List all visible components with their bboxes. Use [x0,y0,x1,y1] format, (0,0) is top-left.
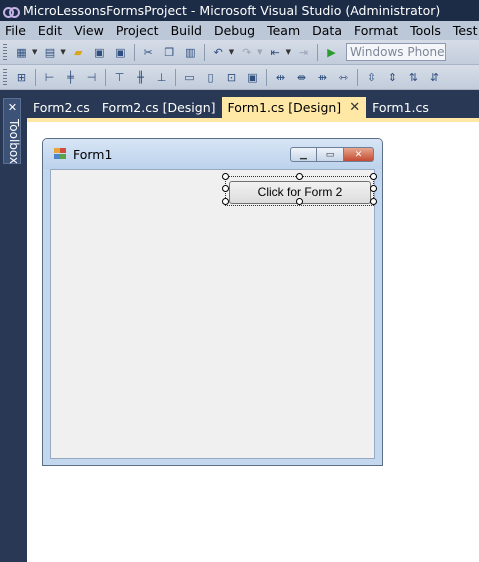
navigate-forward-icon[interactable]: ⇥ [295,44,312,61]
close-icon[interactable]: ✕ [344,147,374,162]
cut-icon[interactable]: ✂ [140,44,157,61]
toolbar-grip[interactable] [3,68,7,86]
toolbox-tab[interactable]: ✕ Toolbox [3,98,21,164]
tab-label: Form2.cs [Design] [101,100,216,115]
tab-label: Form2.cs [33,100,90,115]
make-same-width-icon[interactable]: ▭ [181,69,198,86]
align-centers-icon[interactable]: ╪ [62,69,79,86]
form-title: Form1 [73,147,113,162]
menu-tools[interactable]: Tools [404,23,447,38]
layout-toolbar: ⊞ ⊢ ╪ ⊣ ⊤ ╫ ⊥ ▭ ▯ ⊡ ▣ ⇹ ⇼ ⇻ ⇿ ⇳ ⇕ ⇅ ⇵ [0,65,479,90]
horizontal-spacing-decrease-icon[interactable]: ⇻ [314,69,331,86]
resize-handle-top-middle[interactable] [296,173,303,180]
form1-window[interactable]: Form1 ▁ ▭ ✕ Click for Form 2 [42,138,383,466]
maximize-icon[interactable]: ▭ [317,147,344,162]
minimize-icon[interactable]: ▁ [290,147,317,162]
toolbar-separator [357,68,358,86]
save-all-icon[interactable]: ▣ [112,44,129,61]
start-debugging-icon[interactable]: ▶ [323,44,340,61]
horizontal-spacing-increase-icon[interactable]: ⇼ [293,69,310,86]
toolbar-separator [266,68,267,86]
align-lefts-icon[interactable]: ⊢ [41,69,58,86]
close-tab-icon[interactable]: ✕ [349,97,360,119]
toolbar-separator [175,68,176,86]
copy-icon[interactable]: ❐ [161,44,178,61]
menu-bar: File Edit View Project Build Debug Team … [0,21,479,40]
save-icon[interactable]: ▣ [91,44,108,61]
menu-test[interactable]: Test [447,23,479,38]
align-middles-icon[interactable]: ╫ [132,69,149,86]
horizontal-spacing-equal-icon[interactable]: ⇹ [272,69,289,86]
size-to-grid-icon[interactable]: ⊡ [223,69,240,86]
align-rights-icon[interactable]: ⊣ [83,69,100,86]
toolbar-separator [105,68,106,86]
resize-handle-middle-left[interactable] [222,185,229,192]
resize-handle-top-left[interactable] [222,173,229,180]
align-to-grid-icon[interactable]: ⊞ [13,69,30,86]
redo-icon[interactable]: ↷ [238,44,255,61]
chevron-down-icon[interactable]: ▼ [286,48,291,56]
toolbox-label: Toolbox [7,119,21,164]
tab-form1-cs[interactable]: Form1.cs [366,97,435,119]
toolbar-separator [35,68,36,86]
menu-format[interactable]: Format [348,23,404,38]
tab-form2-cs[interactable]: Form2.cs [27,97,96,119]
undo-icon[interactable]: ↶ [210,44,227,61]
document-tabs: Form2.cs Form2.cs [Design] Form1.cs [Des… [27,96,479,119]
navigate-backward-icon[interactable]: ⇤ [267,44,284,61]
paste-icon[interactable]: ▥ [182,44,199,61]
standard-toolbar: ▦ ▼ ▤ ▼ ▰ ▣ ▣ ✂ ❐ ▥ ↶ ▼ ↷ ▼ ⇤ ▼ ⇥ ▶ Windows P… [0,40,479,65]
vertical-spacing-decrease-icon[interactable]: ⇅ [405,69,422,86]
toolbar-separator [203,43,205,61]
menu-debug[interactable]: Debug [208,23,261,38]
resize-handle-middle-right[interactable] [370,185,377,192]
chevron-down-icon[interactable]: ▼ [60,48,65,56]
menu-file[interactable]: File [0,23,32,38]
tab-label: Form1.cs [372,100,429,115]
chevron-down-icon[interactable]: ▼ [257,48,262,56]
menu-data[interactable]: Data [306,23,348,38]
add-item-icon[interactable]: ▤ [41,44,58,61]
tab-form2-design[interactable]: Form2.cs [Design] [96,97,222,119]
resize-handle-bottom-middle[interactable] [296,198,303,205]
toolbar-separator [316,43,318,61]
make-same-size-icon[interactable]: ▣ [244,69,261,86]
horizontal-spacing-remove-icon[interactable]: ⇿ [335,69,352,86]
title-bar: MicroLessonsFormsProject - Microsoft Vis… [0,0,479,21]
chevron-down-icon[interactable]: ▼ [32,48,37,56]
vertical-spacing-equal-icon[interactable]: ⇳ [363,69,380,86]
window-title: MicroLessonsFormsProject - Microsoft Vis… [23,3,441,18]
toolbox-strip: ✕ Toolbox [0,96,27,562]
new-project-icon[interactable]: ▦ [13,44,30,61]
tab-form1-design[interactable]: Form1.cs [Design] ✕ [221,97,367,119]
menu-build[interactable]: Build [165,23,208,38]
align-bottoms-icon[interactable]: ⊥ [153,69,170,86]
toolbar-separator [133,43,135,61]
tab-label: Form1.cs [Design] [227,100,342,115]
vertical-spacing-remove-icon[interactable]: ⇵ [426,69,443,86]
resize-handle-bottom-right[interactable] [370,198,377,205]
menu-team[interactable]: Team [261,23,306,38]
toolbox-icon: ✕ [7,101,18,114]
visual-studio-logo-icon [3,6,20,18]
resize-handle-top-right[interactable] [370,173,377,180]
form-caption-bar[interactable]: Form1 ▁ ▭ ✕ [43,139,382,169]
toolbar-grip[interactable] [3,43,7,61]
form-icon [54,148,68,160]
make-same-height-icon[interactable]: ▯ [202,69,219,86]
chevron-down-icon[interactable]: ▼ [229,48,234,56]
menu-view[interactable]: View [68,23,110,38]
menu-edit[interactable]: Edit [32,23,68,38]
align-tops-icon[interactable]: ⊤ [111,69,128,86]
menu-project[interactable]: Project [110,23,165,38]
window-buttons: ▁ ▭ ✕ [290,147,374,162]
resize-handle-bottom-left[interactable] [222,198,229,205]
platform-combobox[interactable]: Windows Phone 7 [345,43,446,61]
vertical-spacing-increase-icon[interactable]: ⇕ [384,69,401,86]
open-file-icon[interactable]: ▰ [70,44,87,61]
form-client-area[interactable]: Click for Form 2 [50,169,377,459]
